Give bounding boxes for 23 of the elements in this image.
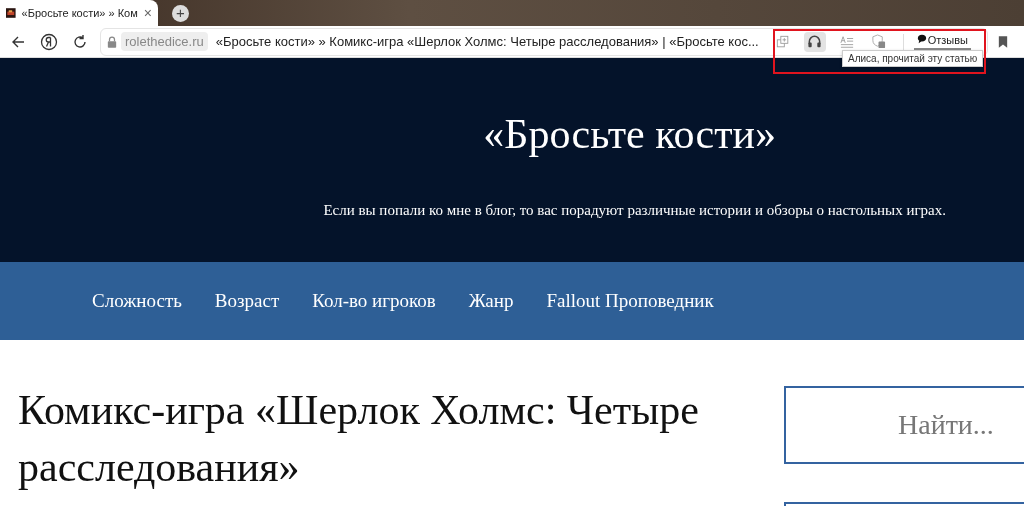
close-icon[interactable]: × xyxy=(143,5,152,21)
site-title[interactable]: «Бросьте кости» xyxy=(483,110,776,158)
speech-bubble-icon xyxy=(916,33,927,44)
nav-link[interactable]: Жанр xyxy=(468,290,514,312)
nav-link[interactable]: Сложность xyxy=(92,290,182,312)
reload-icon[interactable] xyxy=(72,33,88,50)
tooltip: Алиса, прочитай эту статью xyxy=(842,50,984,67)
nav-link[interactable]: Fallout Проповедник xyxy=(546,290,714,312)
page-title: «Бросьте кости» » Комикс-игра «Шерлок Холмс: Четыре расследования» | «Бросьте кос... xyxy=(215,34,760,49)
nav-link[interactable]: Кол-во игроков xyxy=(312,290,436,312)
bookmark-icon[interactable] xyxy=(998,35,1008,48)
lock-icon xyxy=(107,35,117,48)
browser-tab[interactable]: «Бросьте кости» » Ком × xyxy=(0,0,158,26)
site-tagline: Если вы попали ко мне в блог, то вас порадуют различные истории и обзоры о настольных играх. xyxy=(323,202,946,219)
article-title: Комикс-игра «Шерлок Холмс: Четыре расследования» xyxy=(18,386,700,492)
yandex-logo-icon[interactable] xyxy=(40,32,58,51)
search-field[interactable]: Найти... xyxy=(784,386,1024,464)
tab-title: «Бросьте кости» » Ком xyxy=(21,7,138,19)
domain-label: rolethedice.ru xyxy=(121,32,208,51)
headphones-icon[interactable] xyxy=(803,31,826,52)
favicon-icon xyxy=(6,6,16,20)
new-tab-button[interactable]: + xyxy=(172,4,189,22)
nav-link[interactable]: Возраст xyxy=(214,290,280,312)
